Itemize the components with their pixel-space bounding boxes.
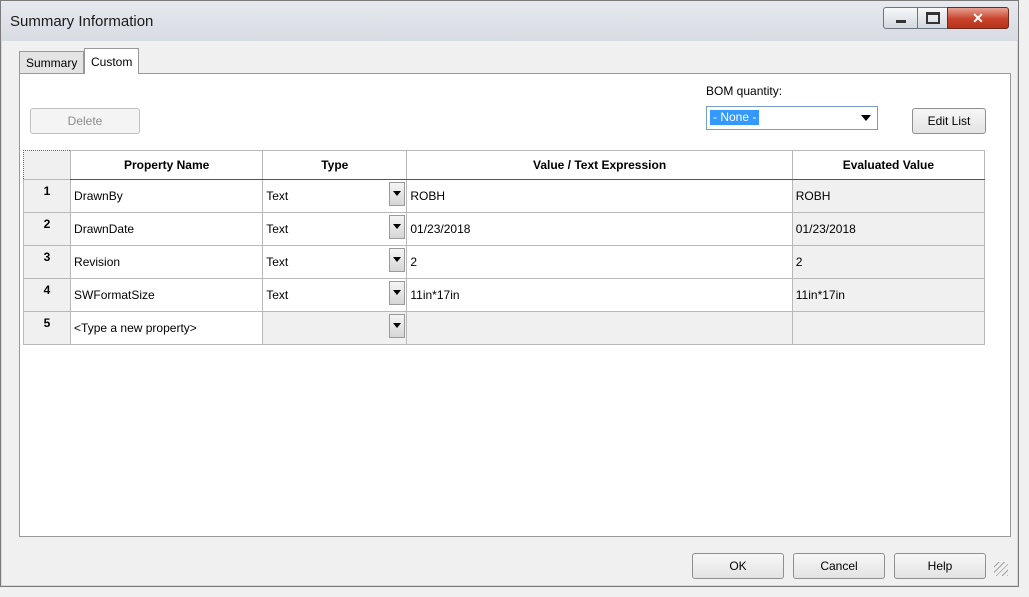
custom-tab-panel: Delete BOM quantity: - None - Edit List …	[19, 73, 1011, 537]
help-button[interactable]: Help	[894, 553, 986, 579]
type-value: Text	[266, 288, 289, 302]
property-name-cell[interactable]: Revision	[70, 245, 264, 279]
type-cell[interactable]: Text	[262, 278, 408, 312]
property-name-cell[interactable]: SWFormatSize	[70, 278, 264, 312]
type-dropdown-button[interactable]	[389, 248, 406, 272]
new-property-cell[interactable]: <Type a new property>	[70, 311, 264, 345]
type-cell[interactable]: Text	[262, 179, 408, 213]
table-header-row: Property Name Type Value / Text Expressi…	[22, 150, 986, 180]
window-title: Summary Information	[10, 13, 154, 30]
value-expression-cell[interactable]	[406, 311, 793, 345]
close-icon: ✕	[972, 10, 984, 26]
row-number[interactable]: 5	[22, 311, 72, 345]
property-name-cell[interactable]: DrawnBy	[70, 179, 264, 213]
evaluated-value-cell: ROBH	[791, 179, 986, 213]
ok-button[interactable]: OK	[692, 553, 784, 579]
table-row: 3 Revision Text 2 2	[22, 245, 986, 279]
value-expression-cell[interactable]: 11in*17in	[406, 278, 793, 312]
row-number[interactable]: 2	[22, 212, 72, 246]
minimize-icon	[896, 20, 906, 23]
value-expression-cell[interactable]: 01/23/2018	[406, 212, 793, 246]
minimize-button[interactable]	[883, 7, 919, 29]
maximize-button[interactable]	[917, 7, 949, 29]
type-cell[interactable]: Text	[262, 245, 408, 279]
custom-properties-table: Property Name Type Value / Text Expressi…	[22, 150, 986, 345]
table-row: 4 SWFormatSize Text 11in*17in 11in*17in	[22, 278, 986, 312]
type-value: Text	[266, 255, 289, 269]
type-dropdown-button[interactable]	[389, 182, 406, 206]
type-dropdown-button[interactable]	[389, 281, 406, 305]
type-value: Text	[266, 222, 289, 236]
evaluated-value-cell: 2	[791, 245, 986, 279]
property-name-cell[interactable]: DrawnDate	[70, 212, 264, 246]
type-cell[interactable]	[262, 311, 408, 345]
bom-quantity-value: - None -	[710, 110, 760, 125]
bom-quantity-select[interactable]: - None -	[706, 106, 878, 130]
row-number[interactable]: 1	[22, 179, 72, 213]
type-value: Text	[266, 189, 289, 203]
table-row: 1 DrawnBy Text ROBH ROBH	[22, 179, 986, 213]
type-dropdown-button[interactable]	[389, 314, 406, 338]
maximize-icon	[926, 12, 940, 24]
header-evaluated-value[interactable]: Evaluated Value	[791, 150, 986, 180]
title-bar[interactable]: Summary Information ✕	[1, 1, 1018, 41]
table-row: 5 <Type a new property>	[22, 311, 986, 345]
type-dropdown-button[interactable]	[389, 215, 406, 239]
table-row: 2 DrawnDate Text 01/23/2018 01/23/2018	[22, 212, 986, 246]
row-number[interactable]: 4	[22, 278, 72, 312]
header-type[interactable]: Type	[262, 150, 408, 180]
evaluated-value-cell: 11in*17in	[791, 278, 986, 312]
header-property-name[interactable]: Property Name	[70, 150, 264, 180]
value-expression-cell[interactable]: 2	[406, 245, 793, 279]
close-button[interactable]: ✕	[947, 7, 1009, 29]
cancel-button[interactable]: Cancel	[793, 553, 885, 579]
row-number[interactable]: 3	[22, 245, 72, 279]
resize-grip[interactable]	[994, 562, 1008, 576]
dialog-body: Summary Custom Delete BOM quantity: - No…	[9, 41, 1011, 579]
delete-button[interactable]: Delete	[30, 108, 140, 134]
tab-summary[interactable]: Summary	[19, 51, 85, 73]
evaluated-value-cell: 01/23/2018	[791, 212, 986, 246]
value-expression-cell[interactable]: ROBH	[406, 179, 793, 213]
evaluated-value-cell	[791, 311, 986, 345]
header-value-expression[interactable]: Value / Text Expression	[406, 150, 793, 180]
type-cell[interactable]: Text	[262, 212, 408, 246]
chevron-down-icon	[861, 115, 871, 121]
bom-quantity-label: BOM quantity:	[706, 84, 783, 98]
select-all-corner[interactable]	[22, 150, 72, 180]
summary-information-dialog: Summary Information ✕ Summary Custom Del…	[0, 0, 1019, 587]
tab-custom[interactable]: Custom	[84, 48, 140, 74]
edit-list-button[interactable]: Edit List	[912, 108, 986, 134]
